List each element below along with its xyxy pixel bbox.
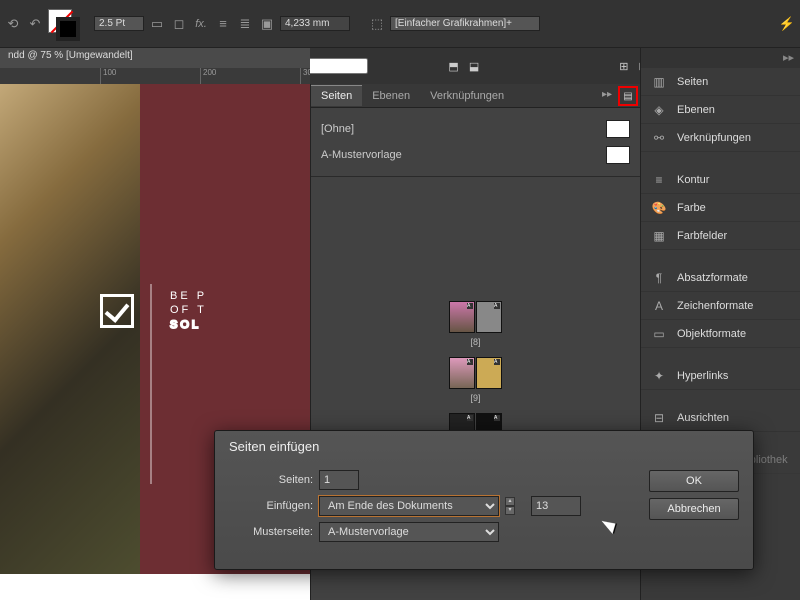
ruler-tick: 100 — [100, 68, 116, 84]
cap-icon[interactable]: ▭ — [148, 15, 166, 33]
dock-controls[interactable]: ▸▸ — [641, 48, 800, 68]
fx-icon[interactable]: fx. — [192, 15, 210, 33]
hyper-icon: ✦ — [651, 368, 667, 384]
measure-input[interactable] — [280, 16, 350, 31]
frame-icon[interactable]: ▣ — [258, 15, 276, 33]
panel-row-hyperlinks[interactable]: ✦Hyperlinks — [641, 362, 800, 390]
panel-row-farbfelder[interactable]: ▦Farbfelder — [641, 222, 800, 250]
panel-tabs: Seiten Ebenen Verknüpfungen ▸▸ ▤ — [311, 84, 640, 108]
ruler-tick: 200 — [200, 68, 216, 84]
bolt-icon[interactable]: ⚡ — [778, 15, 796, 33]
thumb-label: [8] — [470, 337, 480, 347]
pages-icon: ▥ — [651, 74, 667, 90]
panel-row-ausrichten[interactable]: ⊟Ausrichten — [641, 404, 800, 432]
placed-image — [0, 84, 140, 594]
panel-row-objektformate[interactable]: ▭Objektformate — [641, 320, 800, 348]
grid1-icon[interactable]: ⊞ — [619, 60, 628, 73]
panel-row-ebenen[interactable]: ◈Ebenen — [641, 96, 800, 124]
page-headline: BE P OF T SOL — [170, 289, 207, 332]
page-number-stepper[interactable]: ▴▾ — [505, 497, 515, 515]
master-pages: [Ohne] A-Mustervorlage — [311, 108, 640, 177]
dialog-title: Seiten einfügen — [215, 431, 753, 462]
master-thumb — [606, 120, 630, 138]
corner-icon[interactable]: ◻ — [170, 15, 188, 33]
master-row[interactable]: [Ohne] — [321, 116, 630, 142]
color-icon: 🎨 — [651, 200, 667, 216]
label-master: Musterseite: — [229, 526, 313, 538]
undo-icon[interactable]: ↶ — [26, 15, 44, 33]
sync-icon[interactable]: ⟲ — [4, 15, 22, 33]
stroke-swatch[interactable] — [56, 17, 80, 41]
master-row[interactable]: A-Mustervorlage — [321, 142, 630, 168]
page-thumb[interactable]: A — [476, 357, 502, 389]
cancel-button[interactable]: Abbrechen — [649, 498, 739, 520]
page-thumb[interactable]: A — [449, 357, 475, 389]
align2-icon[interactable]: ≣ — [236, 15, 254, 33]
horizontal-ruler: 100 200 300 — [0, 68, 310, 84]
obj-icon: ▭ — [651, 326, 667, 342]
options-bar: ⟲ ↶ ▭ ◻ fx. ≡ ≣ ▣ ⬚ ⚡ — [0, 0, 800, 48]
thumb-label: [9] — [470, 393, 480, 403]
tab-ebenen[interactable]: Ebenen — [362, 86, 420, 106]
page-thumb[interactable]: A — [476, 301, 502, 333]
stroke-weight-input[interactable] — [94, 16, 144, 31]
para-icon: ¶ — [651, 270, 667, 286]
divider-line — [150, 284, 152, 484]
links-icon: ⚯ — [651, 130, 667, 146]
char-icon: A — [651, 298, 667, 314]
master-thumb — [606, 146, 630, 164]
layers-icon: ◈ — [651, 102, 667, 118]
page-footer — [0, 574, 310, 600]
checkmark-icon — [100, 294, 134, 328]
align-icon: ⊟ — [651, 410, 667, 426]
align1-icon[interactable]: ≡ — [214, 15, 232, 33]
ruler-tick: 300 — [300, 68, 310, 84]
ok-button[interactable]: OK — [649, 470, 739, 492]
insert-pages-dialog: Seiten einfügen Seiten: Einfügen: Am End… — [214, 430, 754, 570]
page-number-input[interactable] — [531, 496, 581, 516]
master-name: A-Mustervorlage — [321, 149, 402, 161]
fit2-icon[interactable]: ⬓ — [469, 60, 479, 73]
swatches-icon: ▦ — [651, 228, 667, 244]
label-pages: Seiten: — [229, 474, 313, 486]
panel-row-absatzformate[interactable]: ¶Absatzformate — [641, 264, 800, 292]
panel-menu-icon[interactable]: ▤ — [618, 86, 638, 106]
master-page-select[interactable]: A-Mustervorlage — [319, 522, 499, 542]
panel-row-kontur[interactable]: ≡Kontur — [641, 166, 800, 194]
fit1-icon[interactable]: ⬒ — [448, 60, 458, 73]
panel-row-seiten[interactable]: ▥Seiten — [641, 68, 800, 96]
collapse-icon[interactable]: ▸▸ — [602, 89, 612, 100]
panel-row-zeichenformate[interactable]: AZeichenformate — [641, 292, 800, 320]
tab-seiten[interactable]: Seiten — [311, 85, 362, 106]
master-name: [Ohne] — [321, 123, 354, 135]
page-thumb[interactable]: A — [449, 301, 475, 333]
object-style-dropdown[interactable] — [390, 16, 540, 31]
document-tab[interactable]: ndd @ 75 % [Umgewandelt] — [0, 48, 310, 68]
pages-input[interactable] — [319, 470, 359, 490]
panel-row-verknuepfungen[interactable]: ⚯Verknüpfungen — [641, 124, 800, 152]
tab-verknuepfungen[interactable]: Verknüpfungen — [420, 86, 514, 106]
label-insert: Einfügen: — [229, 500, 313, 512]
panel-row-farbe[interactable]: 🎨Farbe — [641, 194, 800, 222]
selection-icon[interactable]: ⬚ — [368, 15, 386, 33]
stroke-icon: ≡ — [651, 172, 667, 188]
insert-position-select[interactable]: Am Ende des Dokuments — [319, 496, 499, 516]
